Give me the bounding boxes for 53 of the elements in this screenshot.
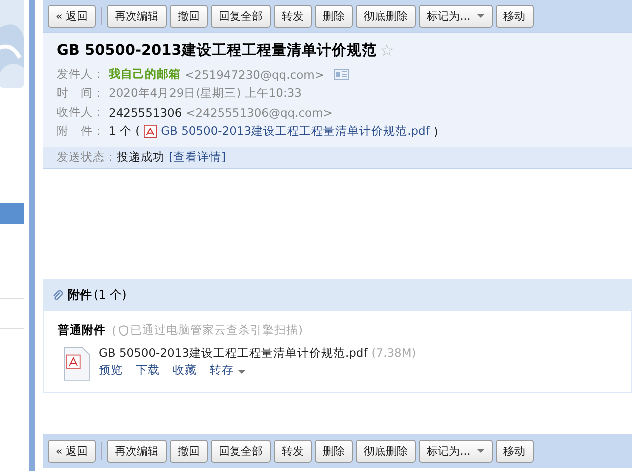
attachment-link[interactable]: GB 50500-2013建设工程工程量清单计价规范.pdf [161,124,430,139]
sent-time: 2020年4月29日(星期三) 上午10:33 [109,86,302,101]
pdf-file-icon [62,346,91,382]
attachments-count: (1 个) [94,287,127,304]
field-label: 时 间： [57,86,105,101]
attachment-group-title: 普通附件 [58,323,106,338]
pdf-icon [144,125,158,138]
caret-icon [476,14,485,18]
attachments-title: 附件 [68,287,92,304]
toolbar-button[interactable]: « 返回 [48,4,96,28]
file-action-link[interactable]: 下载 [136,363,160,378]
toolbar-button[interactable]: 删除 [315,440,354,462]
toolbar-button[interactable]: 撤回 [170,440,208,462]
mail-subject: GB 50500-2013建设工程工程量清单计价规范 [57,42,377,60]
toolbar-button[interactable]: 删除 [315,4,354,28]
toolbar-button[interactable]: 移动 [496,4,534,28]
toolbar-button[interactable]: 再次编辑 [107,440,168,462]
toolbar-button[interactable]: 移动 [496,440,534,462]
toolbar-button[interactable]: 标记为... [419,4,493,28]
delivery-status: 投递成功 [117,150,165,164]
attachment-count: 1 个 ( [109,124,140,139]
toolbar-button[interactable]: 彻底删除 [356,440,416,462]
toolbar-button[interactable]: 撤回 [170,4,208,28]
field-label: 发件人： [57,67,105,82]
field-label: 发送状态： [57,150,117,164]
toolbar-button[interactable]: « 返回 [48,440,96,462]
toolbar-button[interactable]: 转发 [274,4,312,28]
paperclip-icon [52,290,64,302]
recipient-address: <2425551306@qq.com> [186,106,333,120]
caret-icon [238,370,246,374]
toolbar-button[interactable]: 再次编辑 [107,4,168,28]
toolbar-button[interactable]: 转发 [274,440,312,462]
scan-note: 已通过电脑管家云查杀引擎扫描) [130,323,303,338]
sender-address: <251947230@qq.com> [185,68,324,82]
toolbar-button[interactable]: 回复全部 [211,440,272,462]
shield-icon [118,324,128,336]
details-link[interactable]: [查看详情] [169,150,226,164]
toolbar-button[interactable]: 彻底删除 [356,4,416,28]
save-to-menu[interactable]: 转存 [210,363,246,378]
bracket-text: ) [434,124,438,138]
field-label: 收件人： [57,105,105,120]
sidebar-item-highlight[interactable] [0,203,24,224]
caret-icon [476,449,485,453]
field-label: 附 件： [57,124,105,139]
contact-card-icon[interactable] [334,69,350,80]
toolbar-button[interactable]: 标记为... [419,440,493,462]
file-size: (7.38M) [372,346,416,360]
file-action-link[interactable]: 收藏 [173,363,197,378]
file-name[interactable]: GB 50500-2013建设工程工程量清单计价规范.pdf [99,346,368,360]
recipient-name: 2425551306 [109,106,182,120]
bracket-text: ( [112,324,116,338]
toolbar-button[interactable]: 回复全部 [211,4,272,28]
file-action-link[interactable]: 预览 [99,363,123,378]
